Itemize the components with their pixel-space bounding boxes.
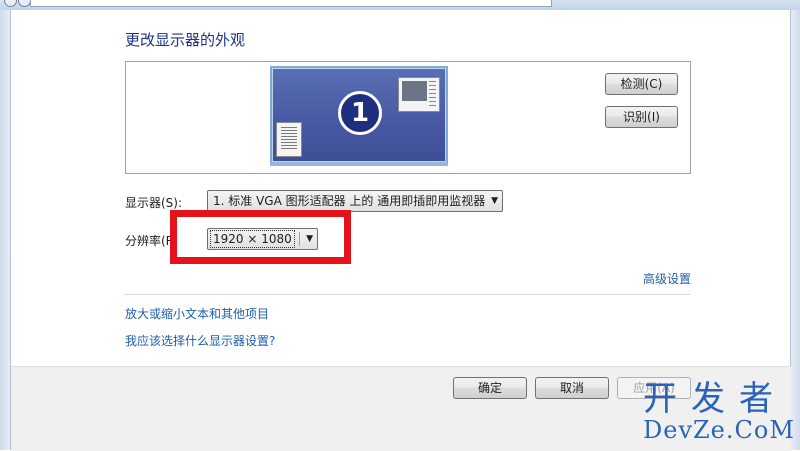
monitor-icon[interactable]: 1 [270, 66, 448, 164]
monitor-number-badge: 1 [338, 91, 382, 135]
display-label: 显示器(S): [125, 196, 183, 210]
text-size-link[interactable]: 放大或缩小文本和其他项目 [125, 305, 269, 322]
watermark-logo: 开发者 DevZe.CoM [640, 380, 795, 448]
window-left-border [0, 10, 11, 450]
address-bar[interactable] [30, 0, 552, 7]
page-title: 更改显示器的外观 [125, 31, 246, 49]
display-select-value: 1. 标准 VGA 图形适配器 上的 通用即插即用监视器 [213, 194, 486, 208]
chevron-down-icon: ▼ [491, 196, 498, 206]
detect-button[interactable]: 检测(C) [605, 73, 678, 95]
display-preview: 1 检测(C) 识别(I) [125, 61, 691, 174]
advanced-settings-link[interactable]: 高级设置 [643, 270, 691, 287]
document-thumbnail-icon [276, 122, 302, 157]
resolution-label: 分辨率(R [125, 234, 175, 248]
display-help-link[interactable]: 我应该选择什么显示器设置? [125, 332, 275, 349]
identify-button[interactable]: 识别(I) [605, 106, 678, 128]
watermark-cn: 开发者 [643, 379, 787, 419]
annotation-highlight-box [170, 210, 351, 264]
monitor-stand [270, 162, 448, 166]
cancel-button[interactable]: 取消 [535, 377, 609, 399]
ok-button[interactable]: 确定 [453, 377, 527, 399]
window-top-bar [0, 0, 800, 10]
display-select[interactable]: 1. 标准 VGA 图形适配器 上的 通用即插即用监视器 ▼ [207, 190, 503, 212]
back-button-icon[interactable] [4, 0, 17, 7]
watermark-en: DevZe.CoM [643, 416, 795, 444]
window-thumbnail-icon [398, 77, 440, 112]
section-divider [125, 294, 690, 295]
